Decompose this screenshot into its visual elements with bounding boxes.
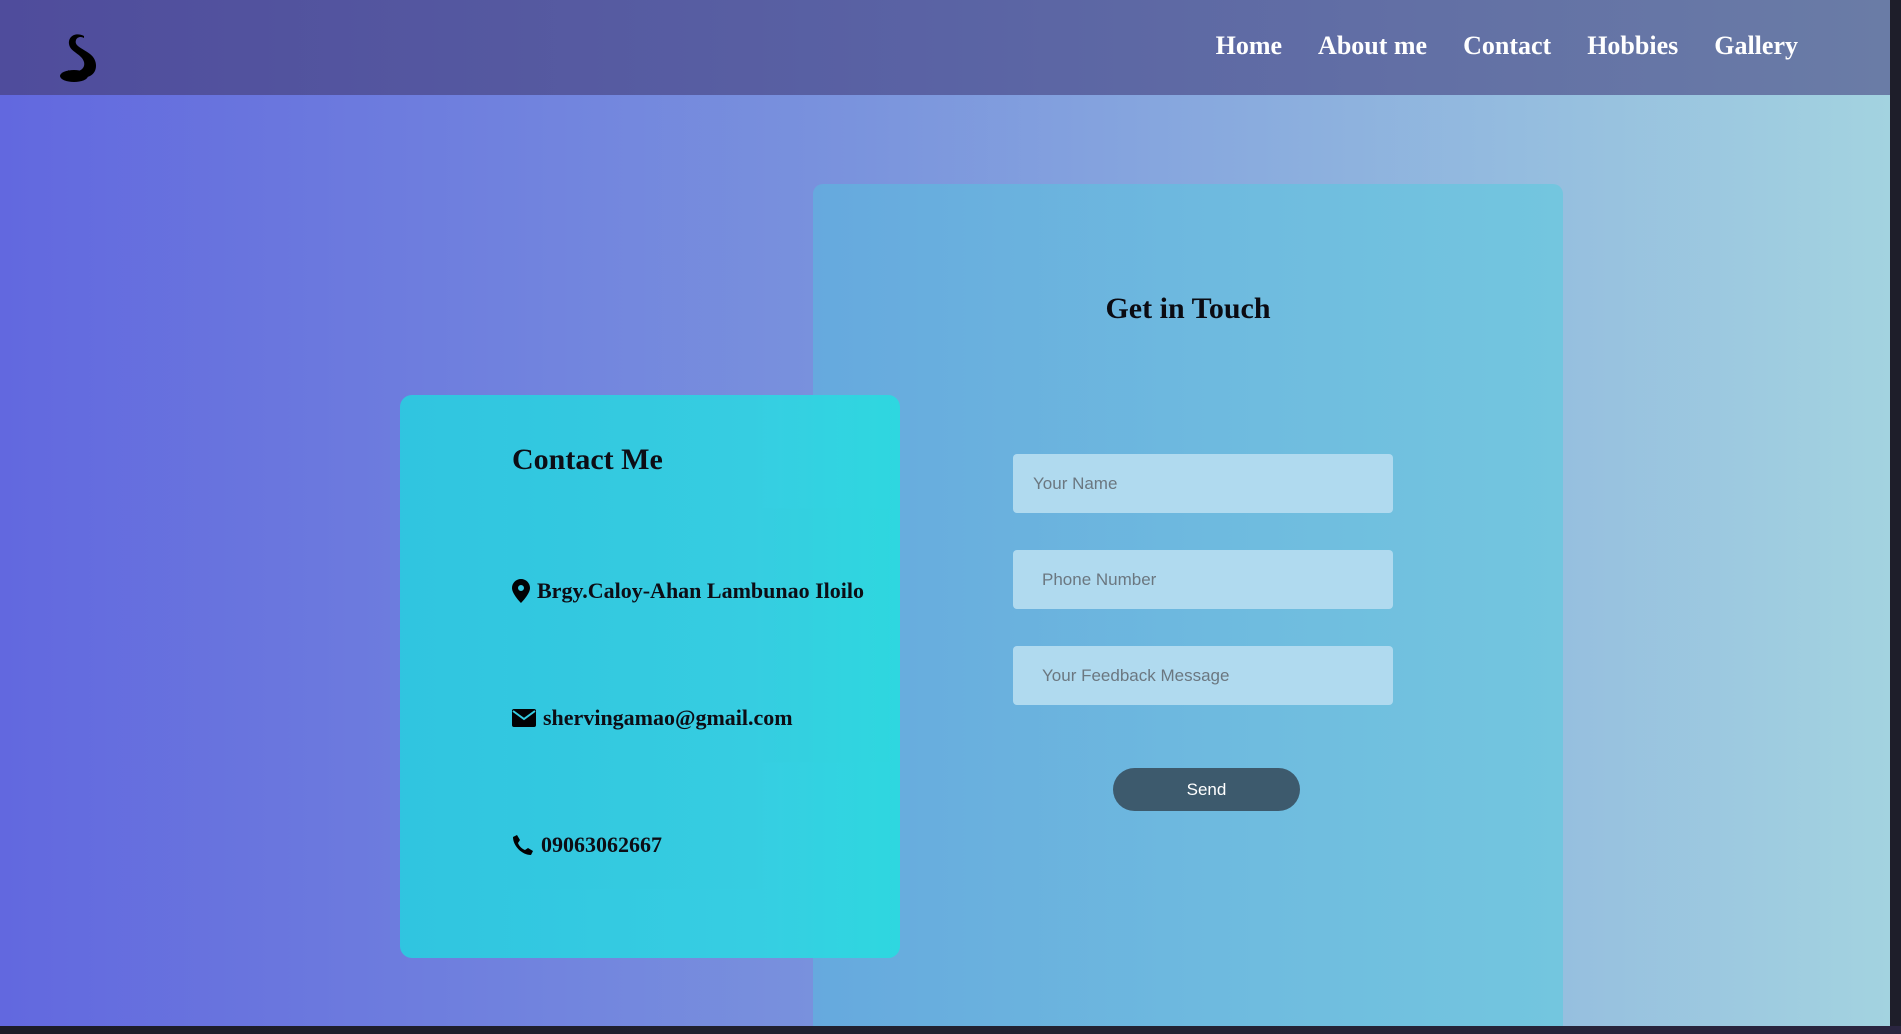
name-input[interactable] <box>1013 454 1393 513</box>
phone-icon <box>512 834 534 856</box>
address-text: Brgy.Caloy-Ahan Lambunao Iloilo <box>537 578 865 603</box>
phone-text[interactable]: 09063062667 <box>541 832 662 858</box>
send-button[interactable]: Send <box>1113 768 1300 811</box>
phone-input[interactable] <box>1013 550 1393 609</box>
phone-row: 09063062667 <box>512 832 662 858</box>
contact-me-card: Contact Me Brgy.Caloy-Ahan Lambunao Iloi… <box>400 395 900 958</box>
nav-hobbies-link[interactable]: Hobbies <box>1587 26 1678 66</box>
nav-gallery-link[interactable]: Gallery <box>1714 26 1798 66</box>
swan-logo-icon[interactable] <box>54 30 102 85</box>
feedback-message-input[interactable] <box>1013 646 1393 705</box>
address-row: Brgy.Caloy-Ahan Lambunao Iloilo <box>512 578 864 604</box>
nav-about-link[interactable]: About me <box>1318 26 1427 66</box>
taskbar-edge <box>0 1026 1901 1034</box>
nav-contact-link[interactable]: Contact <box>1463 26 1551 66</box>
email-text[interactable]: shervingamao@gmail.com <box>543 705 793 731</box>
nav-home-link[interactable]: Home <box>1216 26 1282 66</box>
navbar: Home About me Contact Hobbies Gallery <box>0 0 1890 95</box>
window-edge <box>1890 0 1901 1034</box>
map-marker-icon <box>512 579 530 603</box>
get-in-touch-panel: Get in Touch Send <box>813 184 1563 1026</box>
page-background: Home About me Contact Hobbies Gallery Ge… <box>0 0 1890 1026</box>
email-row: shervingamao@gmail.com <box>512 705 793 731</box>
contact-me-title: Contact Me <box>512 443 663 476</box>
envelope-icon <box>512 709 536 727</box>
main-nav: Home About me Contact Hobbies Gallery <box>1216 26 1798 66</box>
get-in-touch-title: Get in Touch <box>1105 292 1271 325</box>
